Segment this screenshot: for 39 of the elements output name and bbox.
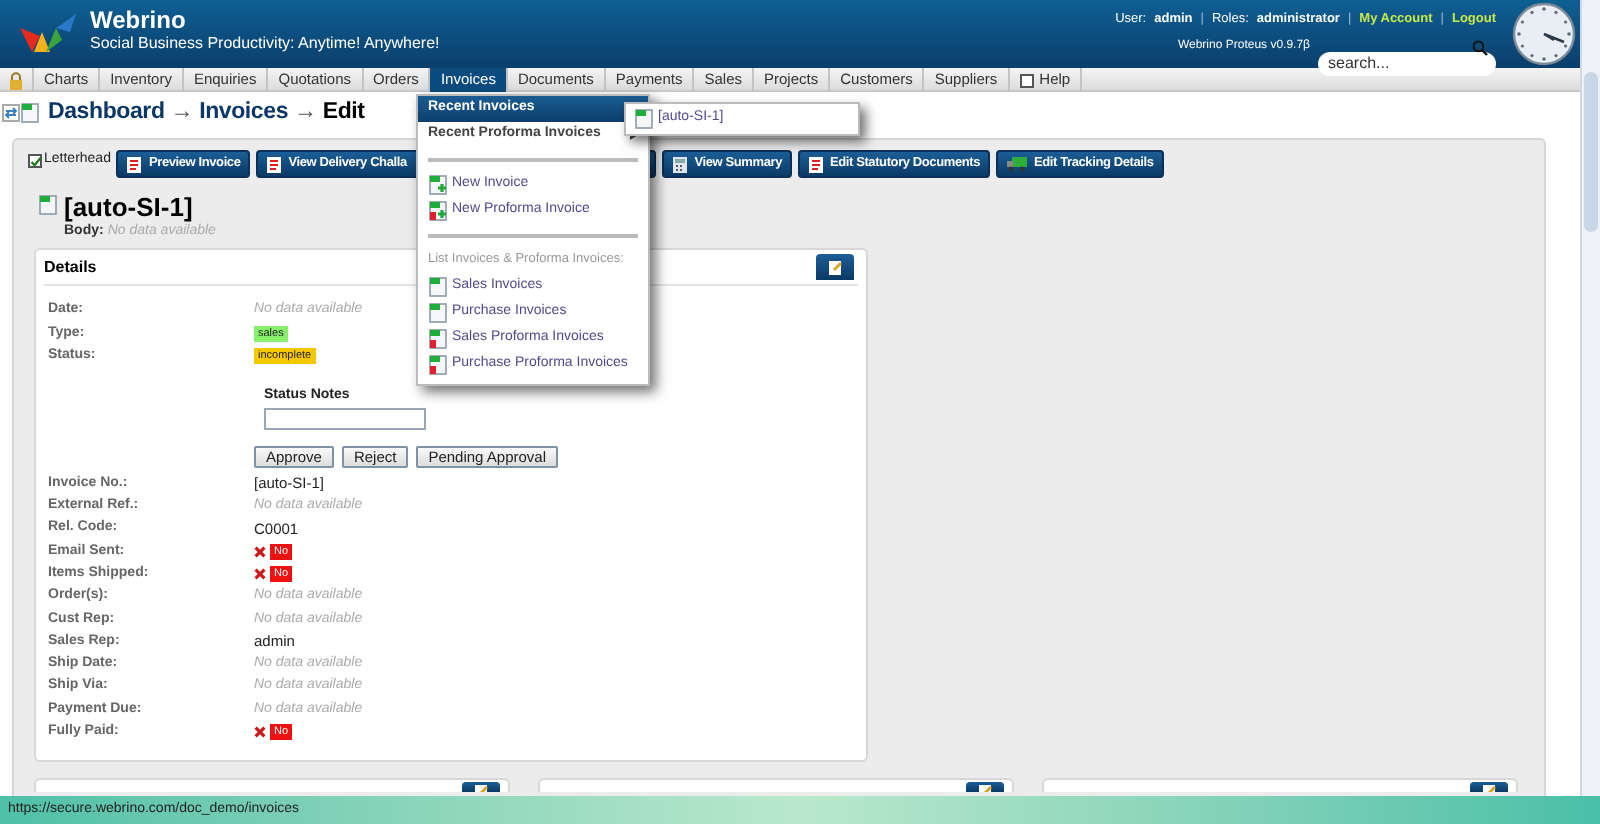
swap-icon: [2, 104, 20, 122]
cross-icon: [254, 726, 266, 739]
breadcrumb-link[interactable]: Dashboard: [48, 95, 165, 131]
document-icon: [634, 108, 654, 130]
cross-icon: [254, 545, 266, 558]
pdf-icon: [126, 155, 143, 173]
invoice-icon: [20, 102, 40, 124]
document-icon: [428, 275, 448, 298]
document-icon: [428, 353, 448, 376]
check-icon: [29, 155, 41, 167]
scrollbar[interactable]: [1580, 0, 1600, 796]
new-document-icon: [428, 174, 448, 196]
truck-icon: [1006, 156, 1029, 172]
record-title: [auto-SI-1]: [64, 194, 195, 222]
document-icon: [428, 301, 448, 324]
edit-button[interactable]: [816, 254, 854, 280]
card-title: Details: [44, 255, 97, 279]
breadcrumb-separator: →: [170, 97, 194, 128]
status-notes-field[interactable]: [264, 408, 426, 431]
document-icon: [428, 327, 448, 350]
scrollbar-thumb[interactable]: [1584, 72, 1598, 232]
cross-icon: [254, 568, 266, 581]
app-name: Webrino: [90, 6, 188, 34]
calculator-icon: [672, 155, 689, 173]
pdf-icon: [266, 155, 283, 173]
help-icon: [1019, 73, 1034, 87]
logo-icon: [18, 12, 78, 56]
clock-icon: [1512, 2, 1576, 66]
tagline: Social Business Productivity: Anytime! Anywhere!: [90, 34, 440, 54]
pencil-icon: [827, 259, 843, 275]
breadcrumb-link[interactable]: Invoices: [199, 95, 289, 131]
pdf-icon: [808, 155, 824, 173]
invoice-icon: [38, 194, 58, 216]
search-field[interactable]: search...: [1318, 51, 1496, 76]
breadcrumb-current: Edit: [322, 97, 365, 128]
breadcrumb-separator: →: [294, 97, 317, 128]
new-document-icon: [428, 200, 448, 222]
lock-icon: [8, 71, 24, 89]
search-icon: [1472, 39, 1488, 56]
